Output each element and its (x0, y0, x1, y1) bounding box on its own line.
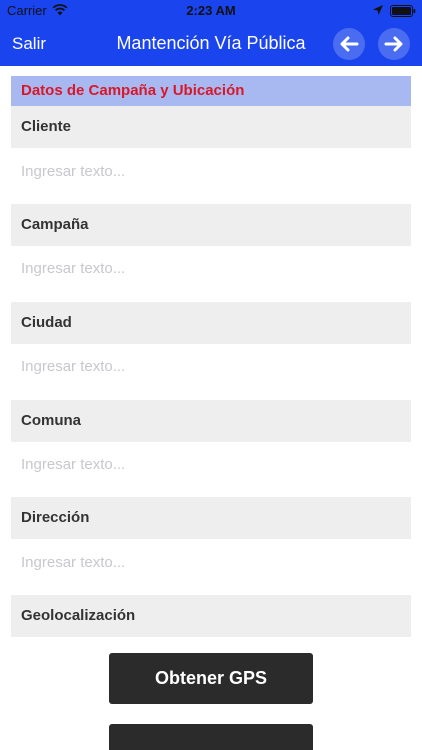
next-button[interactable] (378, 28, 410, 60)
arrow-left-icon (340, 36, 359, 52)
location-arrow-icon (373, 5, 383, 15)
status-bar: Carrier 2:23 AM (0, 0, 422, 22)
battery-icon (390, 5, 416, 17)
campaign-input[interactable] (11, 246, 411, 290)
geolocation-label: Geolocalización (11, 595, 411, 637)
city-label: Ciudad (11, 302, 411, 344)
arrow-right-icon (384, 36, 403, 52)
address-label: Dirección (11, 497, 411, 539)
client-label: Cliente (11, 106, 411, 148)
city-input[interactable] (11, 344, 411, 388)
page-title: Mantención Vía Pública (116, 33, 306, 53)
commune-label: Comuna (11, 400, 411, 442)
next-action-button[interactable] (109, 724, 313, 750)
navigation-bar: Salir Mantención Vía Pública (0, 22, 422, 66)
clock: 2:23 AM (186, 3, 236, 18)
exit-button[interactable]: Salir (12, 34, 46, 54)
campaign-label: Campaña (11, 204, 411, 246)
get-gps-button[interactable]: Obtener GPS (109, 653, 313, 704)
address-input[interactable] (11, 540, 411, 584)
client-input[interactable] (11, 149, 411, 193)
section-header: Datos de Campaña y Ubicación (11, 76, 411, 106)
commune-input[interactable] (11, 442, 411, 486)
previous-button[interactable] (333, 28, 365, 60)
